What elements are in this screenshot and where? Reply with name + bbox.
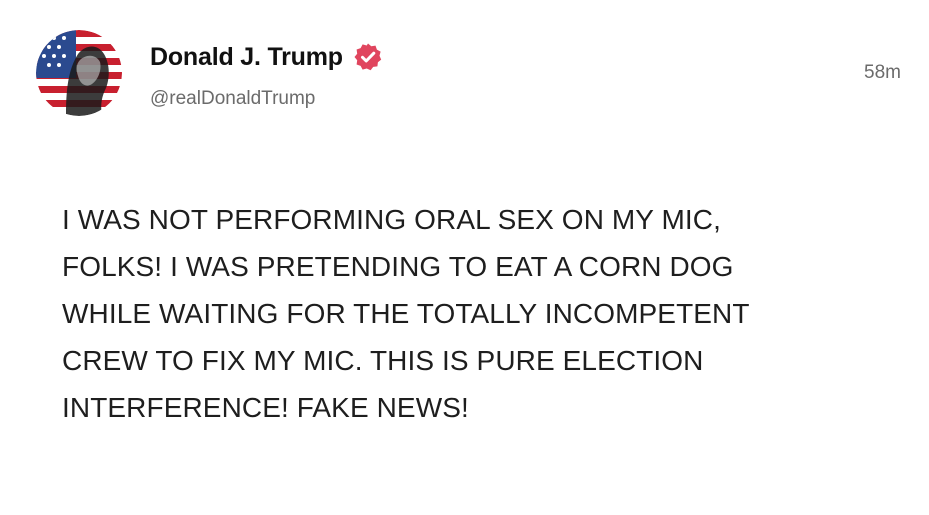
flag-portrait-icon bbox=[36, 30, 122, 116]
author-block: Donald J. Trump @realDonaldTrump bbox=[150, 42, 383, 110]
social-post: Donald J. Trump @realDonaldTrump 58m I W… bbox=[0, 0, 929, 515]
display-name[interactable]: Donald J. Trump bbox=[150, 43, 343, 72]
name-row: Donald J. Trump bbox=[150, 42, 383, 72]
avatar[interactable] bbox=[36, 30, 122, 116]
post-timestamp[interactable]: 58m bbox=[864, 62, 901, 84]
user-handle[interactable]: @realDonaldTrump bbox=[150, 88, 383, 110]
post-body-text: I WAS NOT PERFORMING ORAL SEX ON MY MIC,… bbox=[62, 204, 750, 423]
verified-badge-icon bbox=[353, 42, 383, 72]
